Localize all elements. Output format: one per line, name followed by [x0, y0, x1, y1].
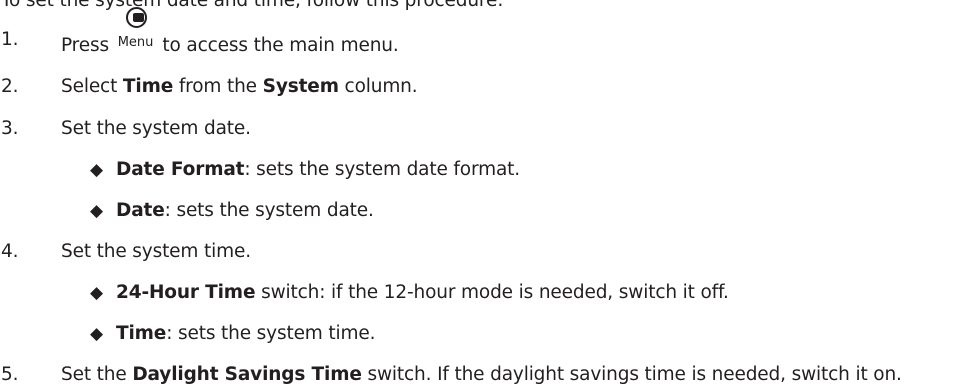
step-text-mid: from the: [173, 76, 263, 97]
bullet-bold: Time: [116, 323, 167, 344]
bullet-text: Time: sets the system time.: [116, 323, 375, 345]
step-bold-system: System: [262, 76, 339, 97]
step-text: Set the system date.: [61, 118, 251, 139]
bullet-desc: switch: if the 12-hour mode is needed, s…: [255, 282, 729, 303]
step-number: 5.: [1, 364, 19, 385]
bullet-bold: 24-Hour Time: [116, 282, 256, 303]
bullet-desc: : sets the system time.: [166, 323, 376, 344]
step-text: Set the system time.: [61, 241, 251, 262]
bullet-desc: : sets the system date format.: [244, 159, 520, 180]
menu-button-icon: [125, 7, 147, 28]
bullet-diamond-icon: ◆: [90, 201, 103, 221]
menu-key-icon: Menu: [117, 7, 155, 55]
step-number: 1.: [1, 29, 19, 50]
intro-text: To set the system date and time, follow …: [1, 0, 504, 11]
step-bold-time: Time: [122, 76, 174, 97]
step-text-post: to access the main menu.: [162, 35, 399, 56]
step-number: 3.: [1, 118, 19, 139]
step-text: Press Menu to access the main menu.: [61, 7, 399, 57]
step-text: Select Time from the System column.: [61, 76, 418, 98]
bullet-diamond-icon: ◆: [90, 160, 103, 180]
step-text-pre: Select: [61, 76, 123, 97]
bullet-diamond-icon: ◆: [90, 324, 103, 344]
bullet-desc: : sets the system date.: [164, 200, 374, 221]
bullet-bold: Date: [116, 200, 165, 221]
bullet-bold: Date Format: [116, 159, 245, 180]
bullet-text: 24-Hour Time switch: if the 12-hour mode…: [116, 282, 729, 304]
step-text: Set the Daylight Savings Time switch. If…: [61, 364, 902, 386]
bullet-text: Date: sets the system date.: [116, 200, 374, 222]
bullet-text: Date Format: sets the system date format…: [116, 159, 520, 181]
step-bold-dst: Daylight Savings Time: [132, 364, 362, 385]
step-text-pre: Press: [61, 35, 109, 56]
step-number: 2.: [1, 76, 19, 97]
menu-key-label: Menu: [117, 35, 154, 50]
step-text-post: switch. If the daylight savings time is …: [361, 364, 902, 385]
step-number: 4.: [1, 241, 19, 262]
step-text-post: column.: [338, 76, 418, 97]
bullet-diamond-icon: ◆: [90, 283, 103, 303]
step-text-pre: Set the: [61, 364, 133, 385]
